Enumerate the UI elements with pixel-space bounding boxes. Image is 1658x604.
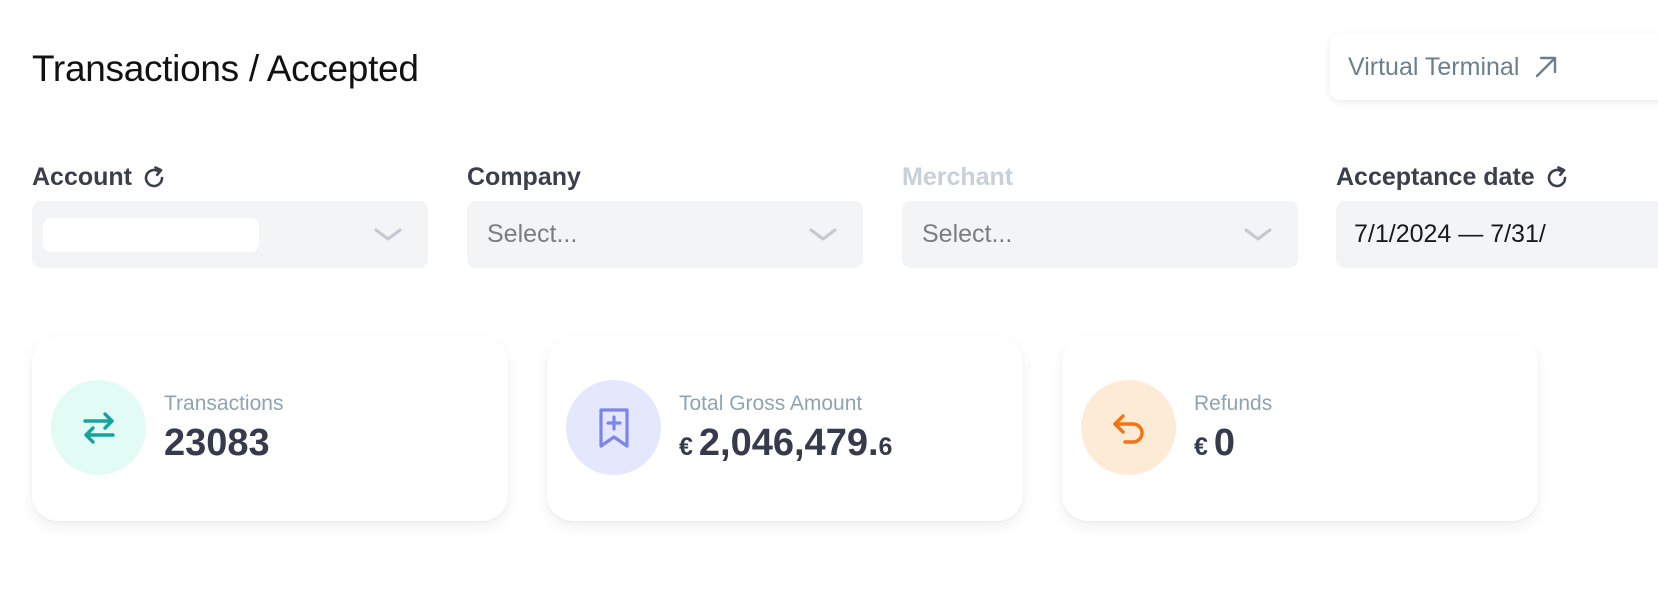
acceptance-date-value: 7/1/2024 — 7/31/ — [1354, 220, 1546, 248]
acceptance-date-range-input[interactable]: 7/1/2024 — 7/31/ — [1336, 201, 1658, 268]
refunds-label: Refunds — [1194, 392, 1273, 415]
external-link-arrow-icon — [1536, 56, 1557, 78]
amount-integer: 2,046,479. — [698, 422, 879, 464]
virtual-terminal-button[interactable]: Virtual Terminal — [1330, 34, 1658, 100]
account-filter-label: Account — [32, 163, 168, 192]
transactions-label: Transactions — [164, 392, 284, 415]
acceptance-date-label-text: Acceptance date — [1336, 163, 1535, 191]
refresh-icon[interactable] — [140, 164, 168, 192]
chevron-down-icon — [374, 228, 402, 241]
currency-symbol: € — [1194, 433, 1208, 461]
account-label-text: Account — [32, 163, 132, 191]
refunds-value: €0 — [1194, 422, 1235, 465]
company-filter-label: Company — [467, 163, 581, 192]
transactions-card: Transactions 23083 — [32, 336, 508, 521]
virtual-terminal-label: Virtual Terminal — [1348, 52, 1520, 81]
currency-symbol: € — [679, 433, 693, 461]
company-select[interactable]: Select... — [467, 201, 863, 268]
transfer-arrows-icon — [51, 380, 146, 475]
undo-arrow-icon — [1081, 380, 1176, 475]
refunds-card: Refunds €0 — [1062, 336, 1538, 521]
merchant-select-placeholder: Select... — [922, 220, 1013, 248]
page-title: Transactions / Accepted — [32, 48, 419, 89]
account-select-value — [43, 217, 259, 252]
total-gross-amount-card: Total Gross Amount €2,046,479.6 — [547, 336, 1023, 521]
refunds-amount: 0 — [1213, 422, 1236, 464]
merchant-select[interactable]: Select... — [902, 201, 1298, 268]
merchant-label-text: Merchant — [902, 163, 1014, 191]
company-label-text: Company — [467, 163, 581, 191]
company-select-placeholder: Select... — [487, 220, 578, 248]
account-select[interactable] — [32, 201, 428, 268]
chevron-down-icon — [809, 228, 837, 241]
acceptance-date-filter-label: Acceptance date — [1336, 163, 1571, 192]
transactions-value: 23083 — [164, 422, 270, 464]
total-gross-amount-value: €2,046,479.6 — [679, 422, 892, 465]
merchant-filter-label: Merchant — [902, 163, 1013, 192]
bookmark-plus-icon — [566, 380, 661, 475]
amount-decimal: 6 — [878, 433, 893, 461]
refresh-icon[interactable] — [1543, 164, 1571, 192]
total-gross-amount-label: Total Gross Amount — [679, 392, 863, 415]
chevron-down-icon — [1244, 228, 1272, 241]
